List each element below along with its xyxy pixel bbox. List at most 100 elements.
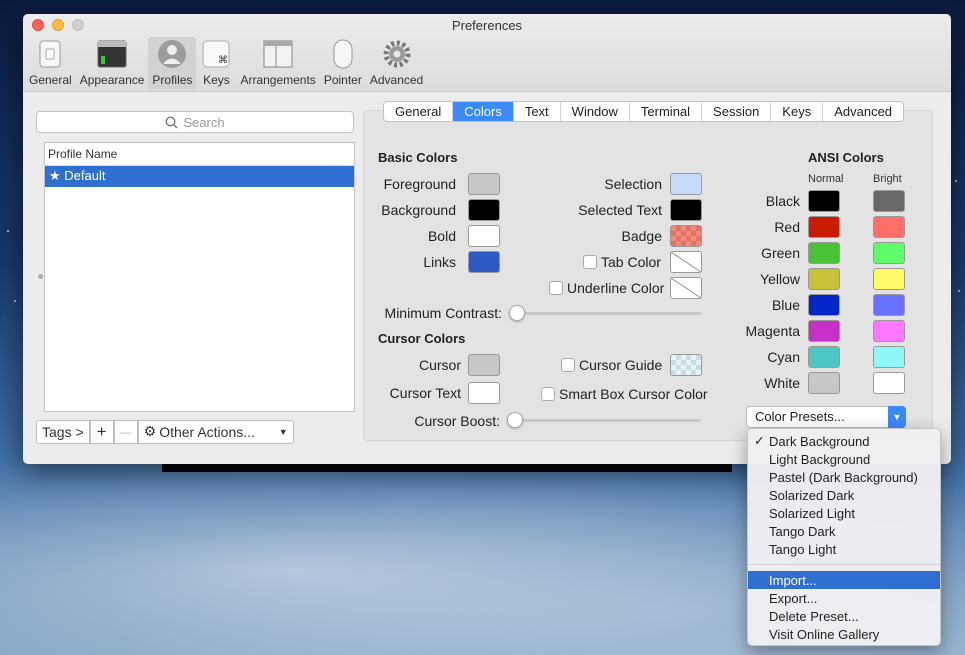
ansi-red-normal-well[interactable] xyxy=(808,216,840,238)
windows-icon xyxy=(262,39,294,69)
menu-item-import[interactable]: Import... xyxy=(748,571,940,589)
foreground-label: Foreground xyxy=(383,176,456,192)
bold-color-well[interactable] xyxy=(468,225,500,247)
minimum-contrast-slider[interactable] xyxy=(509,312,701,315)
gear-icon: ⚙ xyxy=(143,424,157,440)
ansi-red-bright-well[interactable] xyxy=(873,216,905,238)
tab-terminal[interactable]: Terminal xyxy=(630,102,703,121)
ansi-cyan-bright-well[interactable] xyxy=(873,346,905,368)
ansi-magenta-label: Magenta xyxy=(745,323,800,339)
selection-color-well[interactable] xyxy=(670,173,702,195)
cursor-boost-knob[interactable] xyxy=(507,412,523,428)
cursor-colors-title: Cursor Colors xyxy=(378,331,466,346)
profile-list-header[interactable]: Profile Name xyxy=(45,143,354,166)
chevron-down-icon: ▼ xyxy=(888,406,906,428)
profile-row-default[interactable]: ★ Default xyxy=(45,166,354,187)
ansi-blue-normal-well[interactable] xyxy=(808,294,840,316)
badge-color-well[interactable] xyxy=(670,225,702,247)
color-presets-dropdown[interactable]: Color Presets... ▼ xyxy=(746,406,906,428)
toolbar-label: Advanced xyxy=(369,73,424,87)
search-icon xyxy=(165,115,178,129)
badge-label: Badge xyxy=(621,228,662,244)
toolbar-keys[interactable]: ⌘ Keys xyxy=(196,37,236,89)
ansi-black-bright-well[interactable] xyxy=(873,190,905,212)
menu-item-tango-dark[interactable]: Tango Dark xyxy=(748,522,940,540)
foreground-color-well[interactable] xyxy=(468,173,500,195)
toolbar-label: Pointer xyxy=(323,73,362,87)
remove-profile-button[interactable]: — xyxy=(113,420,138,444)
menu-item-light-background[interactable]: Light Background xyxy=(748,450,940,468)
cursor-text-color-well[interactable] xyxy=(468,382,500,404)
ansi-white-bright-well[interactable] xyxy=(873,372,905,394)
menu-item-solarized-light[interactable]: Solarized Light xyxy=(748,504,940,522)
star xyxy=(958,290,960,292)
cursor-guide-color-well[interactable] xyxy=(670,354,702,376)
background-color-well[interactable] xyxy=(468,199,500,221)
tab-color-well[interactable] xyxy=(670,251,702,273)
toolbar-pointer[interactable]: Pointer xyxy=(320,37,366,89)
smart-box-cursor-checkbox[interactable] xyxy=(541,387,555,401)
add-profile-button[interactable]: + xyxy=(89,420,114,444)
tab-general[interactable]: General xyxy=(384,102,454,121)
menu-item-tango-light[interactable]: Tango Light xyxy=(748,540,940,558)
ansi-colors-title: ANSI Colors xyxy=(808,150,884,165)
ansi-black-normal-well[interactable] xyxy=(808,190,840,212)
other-actions-label: Other Actions... xyxy=(159,424,255,440)
bold-label: Bold xyxy=(427,228,456,244)
cursor-label: Cursor xyxy=(418,357,461,373)
toolbar-label: Keys xyxy=(203,73,230,87)
tab-advanced[interactable]: Advanced xyxy=(823,102,903,121)
ansi-green-bright-well[interactable] xyxy=(873,242,905,264)
cursor-boost-slider[interactable] xyxy=(507,419,701,422)
tags-button[interactable]: Tags > xyxy=(36,420,90,444)
search-placeholder: Search xyxy=(183,114,225,130)
toolbar-arrangements[interactable]: Arrangements xyxy=(236,37,319,89)
ansi-white-normal-well[interactable] xyxy=(808,372,840,394)
tab-window[interactable]: Window xyxy=(561,102,630,121)
links-label: Links xyxy=(423,254,456,270)
tab-keys[interactable]: Keys xyxy=(771,102,824,121)
ansi-green-label: Green xyxy=(761,245,800,261)
ansi-yellow-label: Yellow xyxy=(760,271,800,287)
toolbar-advanced[interactable]: Advanced xyxy=(366,37,427,89)
ansi-magenta-bright-well[interactable] xyxy=(873,320,905,342)
split-handle[interactable] xyxy=(38,274,43,279)
menu-item-visit-online-gallery[interactable]: Visit Online Gallery xyxy=(748,625,940,643)
ansi-black-label: Black xyxy=(765,193,800,209)
smart-box-cursor-label: Smart Box Cursor Color xyxy=(559,386,708,402)
selected-text-color-well[interactable] xyxy=(670,199,702,221)
cursor-text-label: Cursor Text xyxy=(389,385,461,401)
ansi-yellow-bright-well[interactable] xyxy=(873,268,905,290)
window-title: Preferences xyxy=(451,18,523,33)
toolbar-general[interactable]: General xyxy=(25,37,76,89)
tab-colors[interactable]: Colors xyxy=(453,102,514,121)
tab-text[interactable]: Text xyxy=(514,102,561,121)
menu-item-delete-preset[interactable]: Delete Preset... xyxy=(748,607,940,625)
menu-item-dark-background[interactable]: ✓ Dark Background xyxy=(748,432,940,450)
tab-session[interactable]: Session xyxy=(702,102,772,121)
color-presets-menu: ✓ Dark Background Light Background Pastel… xyxy=(747,428,941,646)
menu-item-export[interactable]: Export... xyxy=(748,589,940,607)
minimum-contrast-knob[interactable] xyxy=(509,305,525,321)
search-input[interactable]: Search xyxy=(36,111,354,133)
ansi-blue-bright-well[interactable] xyxy=(873,294,905,316)
underline-color-checkbox[interactable] xyxy=(549,281,563,295)
ansi-yellow-normal-well[interactable] xyxy=(808,268,840,290)
ansi-red-label: Red xyxy=(774,219,800,235)
ansi-magenta-normal-well[interactable] xyxy=(808,320,840,342)
ansi-cyan-normal-well[interactable] xyxy=(808,346,840,368)
other-actions-dropdown[interactable]: ⚙ Other Actions... ▼ xyxy=(137,420,294,444)
star xyxy=(7,230,9,232)
chevron-down-icon: ▼ xyxy=(278,427,288,437)
menu-item-solarized-dark[interactable]: Solarized Dark xyxy=(748,486,940,504)
toolbar-appearance[interactable]: Appearance xyxy=(76,37,149,89)
ansi-normal-header: Normal xyxy=(808,173,844,185)
cursor-guide-checkbox[interactable] xyxy=(561,358,575,372)
links-color-well[interactable] xyxy=(468,251,500,273)
underline-color-well[interactable] xyxy=(670,277,702,299)
toolbar-profiles[interactable]: Profiles xyxy=(148,37,197,89)
menu-item-pastel-dark-background[interactable]: Pastel (Dark Background) xyxy=(748,468,940,486)
ansi-green-normal-well[interactable] xyxy=(808,242,840,264)
cursor-color-well[interactable] xyxy=(468,354,500,376)
tab-color-checkbox[interactable] xyxy=(583,255,597,269)
